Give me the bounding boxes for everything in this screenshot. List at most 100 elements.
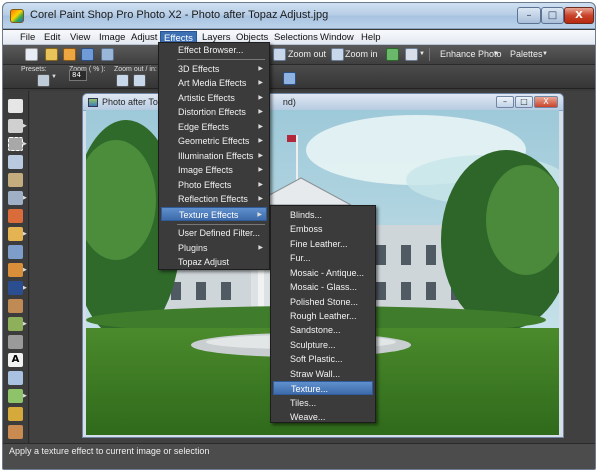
zoom-out-button[interactable]: Zoom out <box>288 49 326 59</box>
maximize-button[interactable]: □ <box>541 7 564 24</box>
status-bar: Apply a texture effect to current image … <box>3 443 595 469</box>
save-icon[interactable] <box>81 48 94 61</box>
menu-window[interactable]: Window <box>317 31 357 45</box>
undo-icon[interactable] <box>101 48 114 61</box>
menu-item-image-effects[interactable]: Image Effects ▶ <box>161 163 267 177</box>
menu-item-reflection-effects[interactable]: Reflection Effects ▶ <box>161 192 267 206</box>
presets-icon[interactable] <box>37 74 50 87</box>
presets-chevron-down-icon[interactable]: ▼ <box>51 74 57 80</box>
zoom-percent-input[interactable]: 84 <box>69 70 87 81</box>
dodge-tool-icon[interactable] <box>8 299 23 313</box>
zoom-out-small-icon[interactable] <box>116 74 129 87</box>
menu-view[interactable]: View <box>67 31 93 45</box>
menu-item-illumination-effects[interactable]: Illumination Effects ▶ <box>161 149 267 163</box>
document-minimize-button[interactable]: – <box>496 96 514 108</box>
picture-tube-tool-icon[interactable] <box>8 335 23 349</box>
straighten-tool-icon[interactable] <box>8 191 23 205</box>
pen-tool-icon[interactable] <box>8 407 23 421</box>
menu-item-polished-stone[interactable]: Polished Stone... <box>273 295 373 309</box>
red-eye-tool-icon[interactable] <box>8 209 23 223</box>
view-options-icon[interactable] <box>405 48 418 61</box>
document-close-button[interactable]: X <box>534 96 558 108</box>
dropper-tool-icon[interactable] <box>8 155 23 169</box>
paint-shop-pro-app-icon[interactable] <box>10 9 24 23</box>
palettes-chevron-down-icon[interactable]: ▼ <box>542 51 548 57</box>
menu-file[interactable]: File <box>17 31 38 45</box>
enhance-photo-chevron-down-icon[interactable]: ▼ <box>493 51 499 57</box>
menu-item-mosaic-antique[interactable]: Mosaic - Antique... <box>273 266 373 280</box>
minimize-button[interactable]: – <box>517 7 541 24</box>
pick-tool-chevron-icon[interactable]: ▶ <box>23 123 27 129</box>
menu-item-artistic-effects[interactable]: Artistic Effects ▶ <box>161 91 267 105</box>
view-options-chevron-down-icon[interactable]: ▼ <box>419 51 425 57</box>
makeover-tool-icon[interactable] <box>8 227 23 241</box>
menu-item-distortion-effects[interactable]: Distortion Effects ▶ <box>161 105 267 119</box>
menu-item-texture-effects[interactable]: Texture Effects ▶ <box>161 207 267 221</box>
menu-item-user-defined-filter[interactable]: User Defined Filter... <box>161 226 267 240</box>
crop-tool-icon[interactable] <box>8 173 23 187</box>
menu-image[interactable]: Image <box>96 31 128 45</box>
rectangle-chevron-icon[interactable]: ▶ <box>23 393 27 399</box>
palettes-button[interactable]: Palettes <box>510 49 543 59</box>
menu-item-fur[interactable]: Fur... <box>273 251 373 265</box>
pick-tool-icon[interactable] <box>8 119 23 133</box>
straighten-tool-chevron-icon[interactable]: ▶ <box>23 195 27 201</box>
menu-item-plugins[interactable]: Plugins ▶ <box>161 241 267 255</box>
menu-item-soft-plastic[interactable]: Soft Plastic... <box>273 352 373 366</box>
document-title-bar[interactable]: Photo after Topa nd) – □ X <box>83 94 563 111</box>
flood-fill-chevron-icon[interactable]: ▶ <box>23 321 27 327</box>
clone-tool-icon[interactable] <box>8 245 23 259</box>
flood-fill-tool-icon[interactable] <box>8 317 23 331</box>
menu-item-photo-effects[interactable]: Photo Effects ▶ <box>161 178 267 192</box>
menu-item-rough-leather[interactable]: Rough Leather... <box>273 309 373 323</box>
menu-item-3d-effects[interactable]: 3D Effects ▶ <box>161 62 267 76</box>
text-tool-icon[interactable]: A <box>8 353 23 367</box>
menu-item-emboss[interactable]: Emboss <box>273 222 373 236</box>
adjust-icon[interactable] <box>386 48 399 61</box>
menu-item-sandstone[interactable]: Sandstone... <box>273 323 373 337</box>
eraser-chevron-icon[interactable]: ▶ <box>23 285 27 291</box>
menu-item-mosaic-glass[interactable]: Mosaic - Glass... <box>273 280 373 294</box>
makeover-tool-chevron-icon[interactable]: ▶ <box>23 231 27 237</box>
zoom-in-small-icon[interactable] <box>133 74 146 87</box>
submenu-arrow-icon: ▶ <box>258 95 263 101</box>
zoom-in-icon[interactable] <box>331 48 344 61</box>
menu-adjust[interactable]: Adjust <box>128 31 160 45</box>
new-file-icon[interactable] <box>25 48 38 61</box>
open-folder-icon[interactable] <box>45 48 58 61</box>
submenu-arrow-icon: ▶ <box>258 124 263 130</box>
selection-tool-icon[interactable] <box>8 137 23 151</box>
menu-selections[interactable]: Selections <box>271 31 321 45</box>
title-bar[interactable]: Corel Paint Shop Pro Photo X2 - Photo af… <box>3 3 595 29</box>
paint-brush-chevron-icon[interactable]: ▶ <box>23 267 27 273</box>
browse-icon[interactable] <box>63 48 76 61</box>
menu-item-geometric-effects[interactable]: Geometric Effects ▶ <box>161 134 267 148</box>
close-button[interactable]: X <box>564 7 594 24</box>
menu-item-effect-browser[interactable]: Effect Browser... <box>161 43 267 57</box>
menu-item-sculpture[interactable]: Sculpture... <box>273 338 373 352</box>
menu-item-straw-wall[interactable]: Straw Wall... <box>273 367 373 381</box>
document-maximize-button[interactable]: □ <box>515 96 533 108</box>
menu-item-tiles[interactable]: Tiles... <box>273 396 373 410</box>
rectangle-tool-icon[interactable] <box>8 389 23 403</box>
menu-edit[interactable]: Edit <box>41 31 63 45</box>
preset-shape-tool-icon[interactable] <box>8 371 23 385</box>
menu-item-weave[interactable]: Weave... <box>273 410 373 424</box>
menu-item-edge-effects[interactable]: Edge Effects ▶ <box>161 120 267 134</box>
menu-item-texture[interactable]: Texture... <box>273 381 373 395</box>
menu-item-blinds[interactable]: Blinds... <box>273 208 373 222</box>
menu-item-fine-leather[interactable]: Fine Leather... <box>273 237 373 251</box>
warp-brush-tool-icon[interactable] <box>8 425 23 439</box>
menu-item-topaz-adjust[interactable]: Topaz Adjust <box>161 255 267 269</box>
menu-item-art-media-effects[interactable]: Art Media Effects ▶ <box>161 76 267 90</box>
pan-tool-icon[interactable] <box>8 99 23 113</box>
menu-help[interactable]: Help <box>358 31 384 45</box>
eraser-tool-icon[interactable] <box>8 281 23 295</box>
zoom-in-button[interactable]: Zoom in <box>345 49 378 59</box>
paint-brush-tool-icon[interactable] <box>8 263 23 277</box>
zoom-out-icon[interactable] <box>273 48 286 61</box>
selection-tool-chevron-icon[interactable]: ▶ <box>23 141 27 147</box>
actual-size-icon[interactable] <box>283 72 296 85</box>
tools-toolbar: ▶ ▶ ▶ ▶ ▶ ▶ ▶ A ▶ <box>3 91 29 443</box>
submenu-arrow-icon: ▶ <box>258 245 263 251</box>
